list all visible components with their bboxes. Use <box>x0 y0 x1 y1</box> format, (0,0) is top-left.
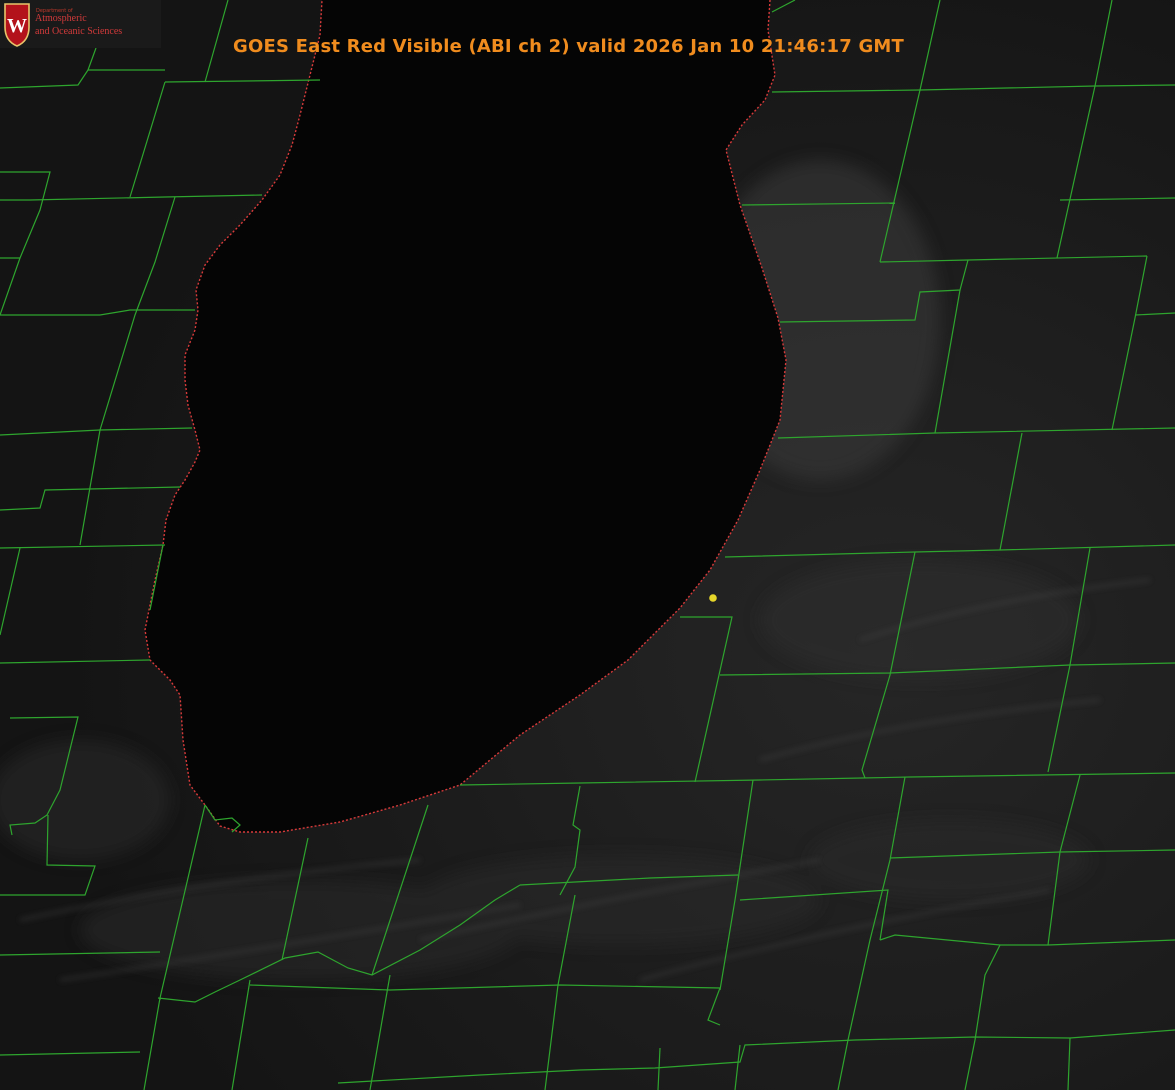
logo-line-2: and Oceanic Sciences <box>35 26 123 37</box>
station-marker <box>709 594 717 602</box>
satellite-map <box>0 0 1175 1090</box>
crest-letter: W <box>7 15 27 37</box>
uw-aos-logo: W Department of Atmospheric and Oceanic … <box>0 0 161 48</box>
uw-crest-icon: W <box>4 3 30 47</box>
map-title: GOES East Red Visible (ABI ch 2) valid 2… <box>233 36 905 57</box>
logo-line-1: Atmospheric <box>35 13 87 24</box>
